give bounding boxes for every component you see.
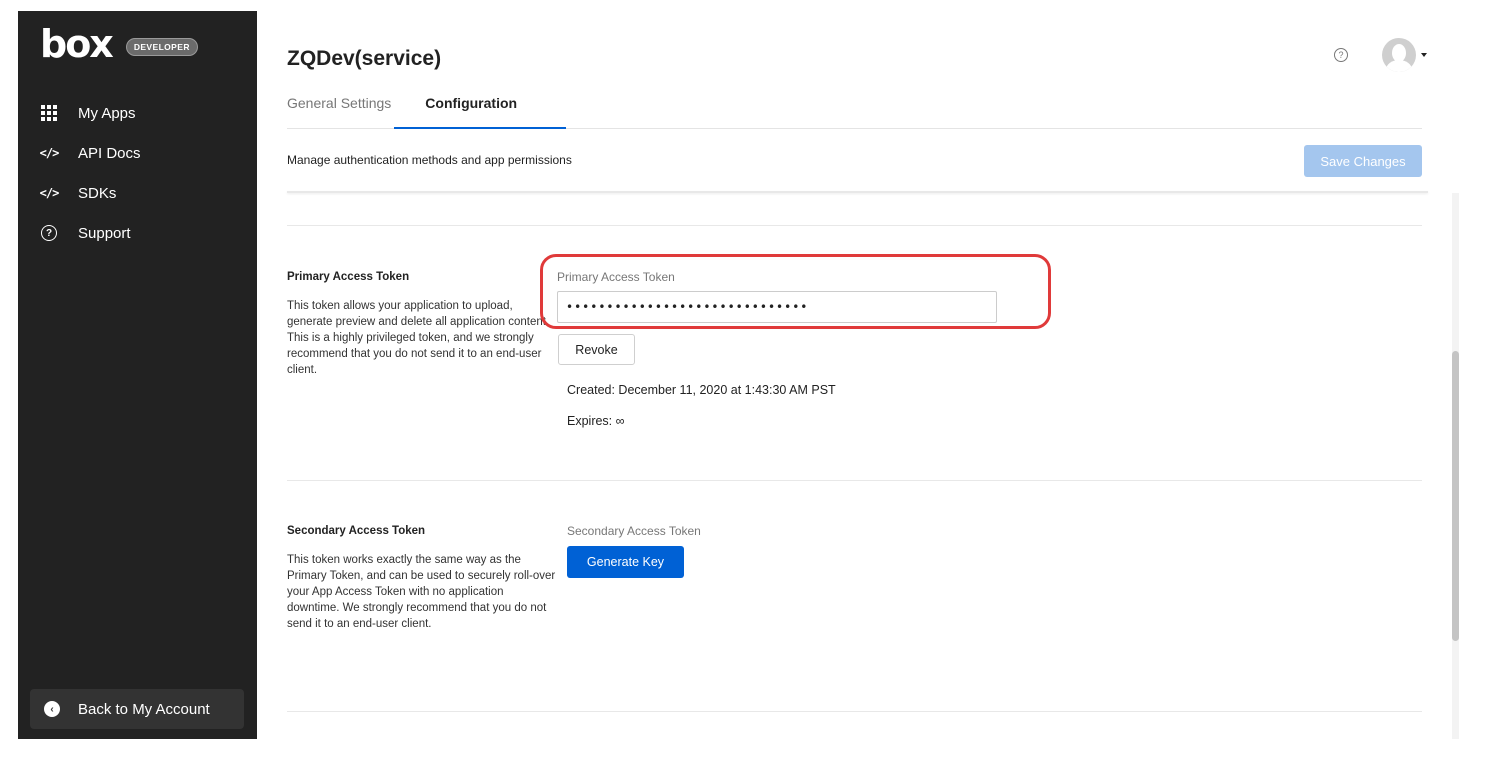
sidebar-item-label: API Docs: [78, 144, 141, 162]
sidebar-item-label: SDKs: [78, 184, 117, 202]
help-icon[interactable]: ?: [1334, 48, 1348, 62]
header-divider: [287, 191, 1428, 193]
main-content: ZQDev(service) ? General Settings Config…: [257, 11, 1477, 739]
sidebar-item-label: Support: [78, 224, 131, 242]
primary-token-input[interactable]: [557, 291, 997, 323]
developer-badge: DEVELOPER: [125, 38, 198, 56]
token-created-date: Created: December 11, 2020 at 1:43:30 AM…: [567, 383, 836, 397]
section-divider: [287, 711, 1422, 712]
token-expiry: Expires: ∞: [567, 414, 625, 428]
scrollbar-thumb[interactable]: [1452, 351, 1459, 641]
secondary-token-field-label: Secondary Access Token: [567, 524, 701, 538]
sidebar-nav: My Apps </> API Docs </> SDKs ? Support: [18, 93, 257, 253]
code-icon: </>: [39, 146, 60, 160]
primary-token-description: This token allows your application to up…: [287, 300, 550, 376]
tab-configuration[interactable]: Configuration: [425, 95, 517, 129]
page-title: ZQDev(service): [287, 47, 442, 70]
revoke-button[interactable]: Revoke: [558, 334, 635, 365]
back-to-account-button[interactable]: ‹ Back to My Account: [30, 689, 244, 729]
box-logo: box: [40, 22, 114, 66]
tab-general-settings[interactable]: General Settings: [287, 95, 391, 129]
code-icon: </>: [39, 186, 60, 200]
generate-key-button[interactable]: Generate Key: [567, 546, 684, 578]
save-changes-button[interactable]: Save Changes: [1304, 145, 1422, 177]
back-to-account-label: Back to My Account: [78, 700, 210, 718]
section-divider: [287, 480, 1422, 481]
grid-icon: [40, 104, 58, 122]
secondary-token-description: This token works exactly the same way as…: [287, 554, 556, 630]
page-subtitle: Manage authentication methods and app pe…: [287, 153, 572, 167]
sidebar-item-api-docs[interactable]: </> API Docs: [18, 133, 257, 173]
avatar[interactable]: [1382, 38, 1416, 72]
sidebar-item-sdks[interactable]: </> SDKs: [18, 173, 257, 213]
section-divider: [287, 225, 1422, 226]
sidebar-item-support[interactable]: ? Support: [18, 213, 257, 253]
primary-token-field-label: Primary Access Token: [557, 270, 675, 284]
primary-token-heading: Primary Access Token: [287, 271, 410, 283]
brand[interactable]: box DEVELOPER: [40, 22, 198, 66]
chevron-left-icon: ‹: [44, 701, 60, 717]
tab-bar: General Settings Configuration: [287, 95, 551, 129]
sidebar: box DEVELOPER My Apps </> API Docs </> S…: [18, 11, 257, 739]
chevron-down-icon[interactable]: [1421, 53, 1427, 57]
sidebar-item-label: My Apps: [78, 104, 136, 122]
active-tab-indicator: [394, 127, 566, 129]
secondary-token-heading: Secondary Access Token: [287, 525, 426, 537]
sidebar-item-my-apps[interactable]: My Apps: [18, 93, 257, 133]
help-circle-icon: ?: [40, 224, 58, 242]
